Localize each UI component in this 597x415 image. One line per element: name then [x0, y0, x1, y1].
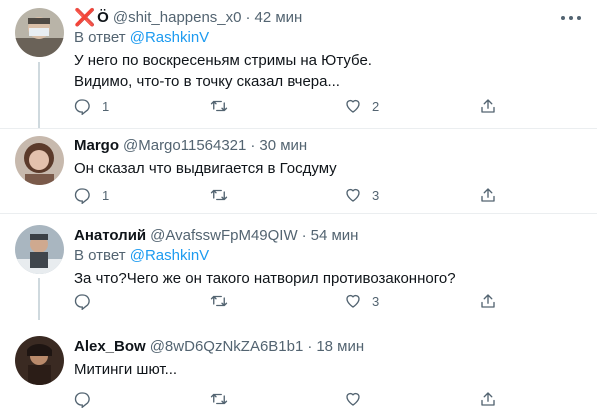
user-handle[interactable]: @shit_happens_x0	[113, 8, 242, 28]
like-count: 2	[372, 98, 380, 114]
share-button[interactable]	[479, 388, 497, 410]
like-count: 3	[372, 293, 380, 309]
like-icon	[346, 188, 360, 202]
reply-count: 1	[102, 98, 110, 114]
retweet-button[interactable]	[210, 95, 238, 117]
like-icon	[346, 392, 360, 406]
timestamp[interactable]: 54 мин	[311, 226, 359, 246]
avatar[interactable]	[15, 225, 64, 274]
tweet-1[interactable]: ❌ Ö @shit_happens_x0 · 42 мин В ответ @R…	[0, 0, 597, 128]
tweet-text-line: У него по воскресеньям стримы на Ютубе.	[74, 52, 372, 69]
more-icon[interactable]	[561, 10, 581, 26]
reply-count: 1	[102, 187, 110, 203]
user-handle[interactable]: @Margo11564321	[123, 136, 246, 156]
display-name[interactable]: Ö	[97, 8, 109, 28]
tweet-2[interactable]: Margo @Margo11564321 · 30 мин Он сказал …	[0, 129, 597, 212]
avatar[interactable]	[15, 136, 64, 185]
separator: ·	[307, 338, 313, 355]
like-button[interactable]	[344, 388, 372, 410]
separator: ·	[301, 227, 307, 244]
tweet-4[interactable]: Alex_Bow @8wD6QzNkZA6B1b1 · 18 мин Митин…	[0, 320, 597, 415]
like-button[interactable]: 2	[344, 95, 379, 117]
reply-button[interactable]	[74, 290, 102, 312]
like-button[interactable]: 3	[344, 184, 379, 206]
tweet-text: Митинги шют...	[74, 359, 587, 380]
timestamp[interactable]: 42 мин	[255, 8, 303, 28]
timestamp[interactable]: 18 мин	[316, 337, 364, 357]
share-icon	[481, 294, 495, 308]
retweet-button[interactable]	[210, 184, 238, 206]
avatar[interactable]	[15, 336, 64, 385]
tweet-header: Анатолий @AvafsswFpM49QIW · 54 мин	[74, 226, 587, 246]
reply-icon	[74, 294, 90, 310]
thread-line	[38, 278, 40, 320]
like-icon	[346, 294, 360, 308]
tweet-actions	[64, 388, 504, 410]
tweet-header: Alex_Bow @8wD6QzNkZA6B1b1 · 18 мин	[74, 337, 587, 357]
thread-line	[38, 62, 40, 128]
retweet-button[interactable]	[210, 290, 238, 312]
mention-link[interactable]: @RashkinV	[130, 247, 209, 264]
tweet-content: Alex_Bow @8wD6QzNkZA6B1b1 · 18 мин Митин…	[74, 337, 587, 380]
share-icon	[481, 188, 495, 202]
retweet-icon	[210, 189, 228, 201]
tweet-content: ❌ Ö @shit_happens_x0 · 42 мин В ответ @R…	[74, 8, 587, 92]
tweet-content: Margo @Margo11564321 · 30 мин Он сказал …	[74, 136, 587, 179]
display-name[interactable]: Анатолий	[74, 226, 146, 246]
reply-prefix: В ответ	[74, 29, 126, 46]
reply-context: В ответ @RashkinV	[74, 246, 587, 266]
retweet-button[interactable]	[210, 388, 238, 410]
tweet-text: У него по воскресеньям стримы на Ютубе. …	[74, 50, 587, 92]
tweet-text-line: За что?Чего же он такого натворил против…	[74, 270, 456, 287]
tweet-text-line: Он сказал что выдвигается в Госдуму	[74, 160, 337, 177]
reply-context: В ответ @RashkinV	[74, 28, 587, 48]
mention-link[interactable]: @RashkinV	[130, 29, 209, 46]
user-handle[interactable]: @8wD6QzNkZA6B1b1	[150, 337, 304, 357]
timestamp[interactable]: 30 мин	[259, 136, 307, 156]
reply-icon	[74, 99, 90, 115]
share-icon	[481, 99, 495, 113]
reply-button[interactable]: 1	[74, 95, 109, 117]
reply-button[interactable]: 1	[74, 184, 109, 206]
like-count: 3	[372, 187, 380, 203]
tweet-header: ❌ Ö @shit_happens_x0 · 42 мин	[74, 8, 587, 28]
tweet-3[interactable]: Анатолий @AvafsswFpM49QIW · 54 мин В отв…	[0, 214, 597, 320]
display-name[interactable]: Margo	[74, 136, 119, 156]
reply-prefix: В ответ	[74, 247, 126, 264]
reply-button[interactable]	[74, 388, 102, 410]
tweet-content: Анатолий @AvafsswFpM49QIW · 54 мин В отв…	[74, 226, 587, 289]
x-mark-icon: ❌	[74, 8, 96, 27]
tweet-header: Margo @Margo11564321 · 30 мин	[74, 136, 587, 156]
share-button[interactable]	[479, 290, 497, 312]
user-handle[interactable]: @AvafsswFpM49QIW	[150, 226, 297, 246]
share-icon	[481, 392, 495, 406]
tweet-text-line: Видимо, что-то в точку сказал вчера...	[74, 73, 340, 90]
like-icon	[346, 99, 360, 113]
retweet-icon	[210, 100, 228, 112]
reply-icon	[74, 188, 90, 204]
display-name[interactable]: Alex_Bow	[74, 337, 146, 357]
share-button[interactable]	[479, 184, 497, 206]
separator: ·	[245, 9, 251, 26]
separator: ·	[250, 137, 256, 154]
like-button[interactable]: 3	[344, 290, 379, 312]
retweet-icon	[210, 393, 228, 405]
tweet-actions: 1 2	[64, 95, 504, 117]
share-button[interactable]	[479, 95, 497, 117]
tweet-text: Он сказал что выдвигается в Госдуму	[74, 158, 587, 179]
retweet-icon	[210, 295, 228, 307]
reply-icon	[74, 392, 90, 408]
tweet-actions: 1 3	[64, 184, 504, 206]
tweet-text-line: Митинги шют...	[74, 361, 178, 378]
avatar[interactable]	[15, 8, 64, 57]
tweet-text: За что?Чего же он такого натворил против…	[74, 268, 587, 289]
tweet-actions: 3	[64, 290, 504, 312]
